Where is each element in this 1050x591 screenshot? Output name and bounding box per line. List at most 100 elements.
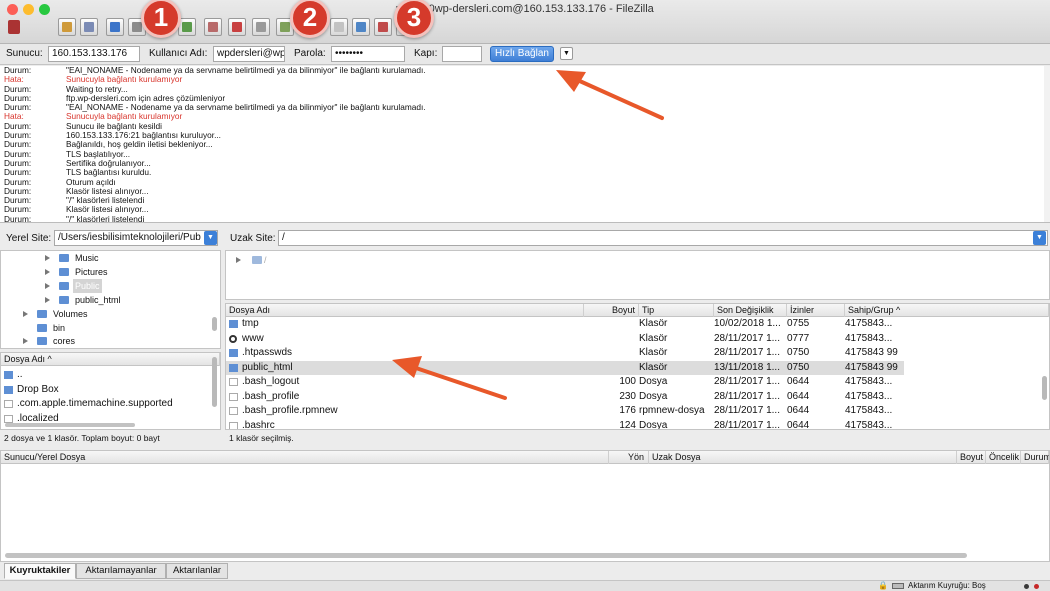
local-list-scrollbar[interactable] <box>212 357 217 407</box>
remote-file-type: Dosya <box>639 390 668 402</box>
tab-aktar-lamayanlar[interactable]: Aktarılamayanlar <box>76 563 166 579</box>
tree-item-public[interactable]: Public <box>45 278 171 293</box>
log-row: Durum: Klasör listesi alınıyor... <box>0 186 1050 196</box>
remote-file-name: public_html <box>242 361 293 373</box>
tree-item-cores[interactable]: cores <box>23 334 171 348</box>
tree-item-bin[interactable]: bin <box>23 321 171 335</box>
log-row-kind: Durum: <box>4 213 32 223</box>
local-file-row[interactable]: .com.apple.timemachine.supported <box>1 397 211 412</box>
remote-list-scrollbar[interactable] <box>1042 376 1047 400</box>
port-label: Kapı: <box>414 48 438 59</box>
expand-arrow-icon[interactable] <box>45 282 50 289</box>
username-label: Kullanıcı Adı: <box>149 48 208 59</box>
quickconnect-button[interactable]: Hızlı Bağlan <box>490 46 554 62</box>
local-file-row[interactable]: Drop Box <box>1 383 211 398</box>
queue-column-size[interactable]: Boyut <box>957 451 986 464</box>
tree-item-music[interactable]: Music <box>45 251 171 265</box>
remote-file-row[interactable]: .bash_logout 100 Dosya 28/11/2017 1... 0644 4… <box>226 375 1041 390</box>
remote-file-row[interactable]: .bash_profile 230 Dosya 28/11/2017 1... 0644… <box>226 390 1041 405</box>
expand-arrow-icon[interactable] <box>23 338 28 345</box>
message-log[interactable]: Durum: "EAI_NONAME - Nodename ya da servn… <box>0 66 1050 223</box>
queue-horizontal-scrollbar[interactable] <box>5 553 967 558</box>
remote-column-size[interactable]: Boyut <box>584 304 639 317</box>
log-scrollbar[interactable] <box>1044 66 1050 222</box>
remote-column-owner[interactable]: Sahip/Grup ^ <box>845 304 1049 317</box>
remote-tree-label: / <box>264 255 267 265</box>
remote-file-size: 100 <box>619 376 636 387</box>
remote-file-row[interactable]: .htpasswds Klasör 28/11/2017 1... 0750 41758… <box>226 346 1041 361</box>
queue-column-remote-file[interactable]: Uzak Dosya <box>649 451 957 464</box>
process-queue-button[interactable] <box>204 18 222 36</box>
disconnect-button[interactable] <box>252 18 270 36</box>
remote-file-type: Klasör <box>639 318 668 329</box>
remote-file-list-header: Dosya Adı Boyut Tip Son Değişiklik İzinl… <box>226 304 1049 317</box>
local-column-filename[interactable]: Dosya Adı ^ <box>1 353 220 366</box>
toggle-log-button[interactable] <box>80 18 98 36</box>
folder-icon <box>37 337 47 346</box>
remote-column-permissions[interactable]: İzinler <box>787 304 845 317</box>
tab-kuyruktakiler[interactable]: Kuyruktakiler <box>4 563 76 579</box>
status-bar: 🔒 Aktarım Kuyruğu: Boş <box>0 580 1050 591</box>
sort-ascending-icon: ^ <box>896 305 901 315</box>
local-tree-scrollbar[interactable] <box>212 317 217 331</box>
remote-file-row[interactable]: .bashrc 124 Dosya 28/11/2017 1... 0644 417584… <box>226 419 1041 430</box>
queue-column-status[interactable]: Durum <box>1021 451 1049 464</box>
local-list-hscrollbar[interactable] <box>5 423 135 427</box>
quickconnect-history-button[interactable]: ▼ <box>560 47 573 60</box>
queue-column-direction[interactable]: Yön <box>609 451 649 464</box>
expand-arrow-icon[interactable] <box>45 296 50 303</box>
remote-site-path-input[interactable]: / <box>278 230 1048 246</box>
remote-file-name: www <box>242 332 264 344</box>
remote-site-dropdown[interactable]: ▼ <box>1033 231 1046 245</box>
tree-item-pictures[interactable]: Pictures <box>45 265 171 279</box>
queue-column-local-file[interactable]: Sunucu/Yerel Dosya <box>1 451 609 464</box>
queue-column-priority[interactable]: Öncelik <box>986 451 1021 464</box>
remote-file-row[interactable]: www Klasör 28/11/2017 1... 0777 4175843... <box>226 332 1041 347</box>
sync-browse-button[interactable] <box>330 18 348 36</box>
cancel-button[interactable] <box>228 18 246 36</box>
toggle-tree-button[interactable] <box>106 18 124 36</box>
remote-file-perms: 0644 <box>787 419 810 430</box>
remote-file-size: 230 <box>619 390 636 402</box>
filter-button[interactable] <box>352 18 370 36</box>
local-site-dropdown[interactable]: ▼ <box>204 231 217 245</box>
site-manager-button[interactable] <box>58 18 76 36</box>
local-directory-tree[interactable]: Music Pictures Public public_html Volumes bin… <box>0 250 221 349</box>
remote-column-modified[interactable]: Son Değişiklik <box>714 304 787 317</box>
username-input[interactable]: wpdersleri@wp <box>213 46 285 62</box>
remote-file-row[interactable]: tmp Klasör 10/02/2018 1... 0755 4175843... <box>226 317 1041 332</box>
host-input[interactable]: 160.153.133.176 <box>48 46 140 62</box>
activity-indicator-icon <box>1034 584 1039 589</box>
log-row: Durum: TLS başlatılıyor... <box>0 149 1050 159</box>
password-input[interactable]: •••••••• <box>331 46 405 62</box>
expand-arrow-icon[interactable] <box>23 310 28 317</box>
refresh-icon <box>182 22 192 32</box>
remote-file-row[interactable]: public_html Klasör 13/11/2018 1... 0750 4175… <box>226 360 904 375</box>
remote-column-type[interactable]: Tip <box>639 304 714 317</box>
tree-item-public-html[interactable]: public_html <box>45 293 171 307</box>
remote-file-modified: 13/11/2018 1... <box>714 361 780 373</box>
local-file-list[interactable]: Dosya Adı ^ .. Drop Box .com.apple.timemac… <box>0 352 221 430</box>
port-input[interactable] <box>442 46 482 62</box>
expand-arrow-icon[interactable] <box>45 268 50 275</box>
search-button[interactable] <box>374 18 392 36</box>
remote-column-filename[interactable]: Dosya Adı <box>226 304 584 317</box>
expand-arrow-icon[interactable] <box>236 257 241 263</box>
local-site-path-input[interactable]: /Users/iesbilisimteknolojileri/Pub <box>54 230 218 246</box>
local-file-row[interactable]: .. <box>1 368 211 383</box>
tab-aktar-lanlar[interactable]: Aktarılanlar <box>166 563 228 579</box>
remote-directory-tree[interactable]: / <box>225 250 1050 300</box>
transfer-queue[interactable]: Sunucu/Yerel Dosya Yön Uzak Dosya Boyut … <box>0 450 1050 562</box>
tree-item-volumes[interactable]: Volumes <box>23 307 171 321</box>
remote-tree-root[interactable]: / <box>236 253 296 267</box>
remote-file-type: rpmnew-dosya <box>639 405 705 416</box>
remote-file-type: Klasör <box>639 361 668 373</box>
remote-file-list[interactable]: Dosya Adı Boyut Tip Son Değişiklik İzinl… <box>225 303 1050 430</box>
queue-header: Sunucu/Yerel Dosya Yön Uzak Dosya Boyut … <box>1 451 1049 464</box>
expand-arrow-icon[interactable] <box>45 255 50 261</box>
filter-icon <box>356 22 366 32</box>
chevron-down-icon: ▼ <box>563 50 570 57</box>
host-label: Sunucu: <box>6 48 43 59</box>
remote-file-row[interactable]: .bash_profile.rpmnew 176 rpmnew-dosya 28/11… <box>226 404 1041 419</box>
remote-status-text: 1 klasör seçilmiş. <box>229 433 294 443</box>
